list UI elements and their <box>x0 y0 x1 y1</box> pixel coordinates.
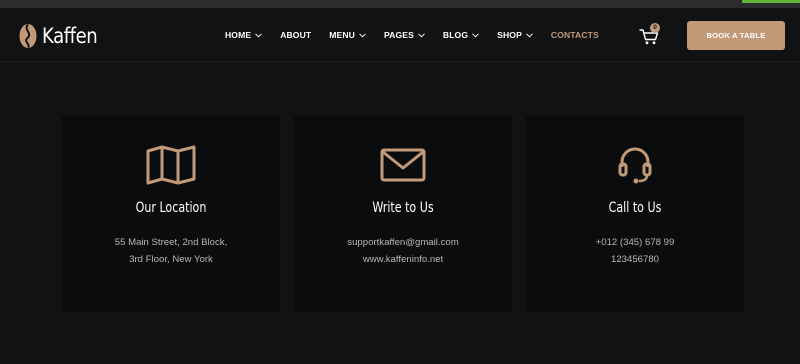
chevron-down-icon <box>255 32 263 38</box>
main-nav: HOME ABOUT MENU PAGES BLOG SHOP CONTACTS <box>225 28 617 42</box>
logo[interactable]: Kaffen <box>18 22 106 50</box>
nav-label: BLOG <box>442 30 469 40</box>
icon-container <box>62 145 280 185</box>
contact-card-location: Our Location 55 Main Street, 2nd Block, … <box>62 116 280 312</box>
book-a-table-button[interactable]: BOOK A TABLE <box>687 21 785 50</box>
nav-item-about[interactable]: ABOUT <box>280 30 311 40</box>
icon-container <box>526 146 744 184</box>
card-title: Write to Us <box>372 200 434 216</box>
top-strip-accent <box>742 0 800 3</box>
nav-item-shop[interactable]: SHOP <box>497 30 533 40</box>
card-detail-line[interactable]: www.kaffeninfo.net <box>294 254 512 265</box>
nav-label: PAGES <box>383 30 414 40</box>
contact-card-phone: Call to Us +012 (345) 678 99 123456780 <box>526 116 744 312</box>
nav-item-blog[interactable]: BLOG <box>443 30 479 40</box>
chevron-down-icon <box>359 32 366 38</box>
nav-item-pages[interactable]: PAGES <box>384 30 425 40</box>
card-title: Call to Us <box>608 200 662 216</box>
chevron-down-icon <box>472 32 479 38</box>
card-detail-line: 3rd Floor, New York <box>129 254 213 265</box>
nav-label: CONTACTS <box>550 30 599 40</box>
headset-icon <box>618 147 652 184</box>
nav-label: SHOP <box>497 30 522 40</box>
site-header: Kaffen HOME ABOUT MENU PAGES BLOG SHOP C… <box>0 8 800 62</box>
nav-label: MENU <box>329 30 355 40</box>
nav-label: HOME <box>225 30 252 40</box>
mail-icon <box>380 148 426 182</box>
brand-name: Kaffen <box>42 24 98 48</box>
nav-item-menu[interactable]: MENU <box>329 30 366 40</box>
card-detail-line[interactable]: supportkaffen@gmail.com <box>294 237 512 248</box>
card-detail-line[interactable]: +012 (345) 678 99 <box>526 237 744 248</box>
card-detail-line: 55 Main Street, 2nd Block, <box>114 237 228 248</box>
nav-item-home[interactable]: HOME <box>225 30 263 40</box>
map-icon <box>146 145 196 185</box>
chevron-down-icon <box>526 32 533 38</box>
card-detail-line[interactable]: 123456780 <box>526 254 744 265</box>
cart-count-badge: 0 <box>650 23 660 33</box>
card-title: Our Location <box>135 200 207 216</box>
nav-label: ABOUT <box>280 30 312 40</box>
icon-container <box>294 146 512 184</box>
chevron-down-icon <box>418 32 425 38</box>
contact-card-email: Write to Us supportkaffen@gmail.com www.… <box>294 116 512 312</box>
coffee-bean-icon <box>19 23 37 49</box>
nav-item-contacts[interactable]: CONTACTS <box>551 30 599 40</box>
browser-top-strip <box>0 0 800 8</box>
